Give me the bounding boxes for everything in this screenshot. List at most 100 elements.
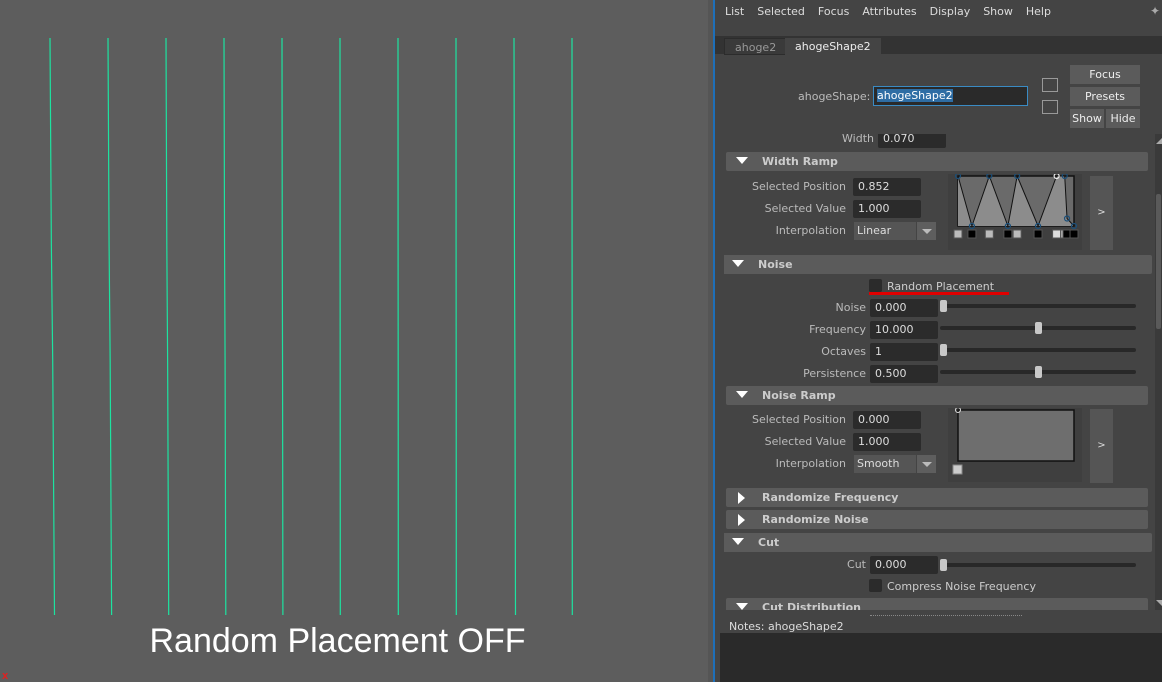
menu-show[interactable]: Show: [983, 5, 1013, 18]
persistence-slider[interactable]: [940, 366, 1136, 378]
width-ramp-graph[interactable]: [948, 172, 1082, 250]
collapsed-arrow-icon: [738, 492, 745, 504]
menu-bar: List Selected Focus Attributes Display S…: [715, 0, 1162, 22]
ramp-marker-icon[interactable]: [1052, 229, 1062, 239]
section-width-ramp[interactable]: Width Ramp: [726, 152, 1148, 171]
interpolation-label: Interpolation: [775, 457, 846, 470]
noise-slider[interactable]: [940, 300, 1136, 312]
dropdown-value: Linear: [857, 224, 892, 237]
presets-button[interactable]: Presets: [1070, 87, 1140, 106]
selected-position-label: Selected Position: [751, 413, 846, 426]
frequency-field[interactable]: 10.000: [870, 321, 938, 339]
ramp-marker-icon[interactable]: [1003, 229, 1013, 239]
hair-curve[interactable]: [107, 37, 113, 616]
expanded-arrow-icon: [736, 391, 748, 398]
show-button[interactable]: Show: [1070, 109, 1104, 128]
expanded-arrow-icon: [736, 603, 748, 610]
scrollbar-thumb[interactable]: [1156, 194, 1161, 329]
load-input-icon[interactable]: [1042, 78, 1058, 92]
width-ramp-selected-position[interactable]: 0.852: [853, 178, 921, 196]
selected-value-label: Selected Value: [764, 202, 846, 215]
menu-display[interactable]: Display: [930, 5, 971, 18]
ramp-marker-icon[interactable]: [1033, 229, 1043, 239]
tab-strip: ahoge2 ahogeShape2: [715, 36, 1162, 55]
slider-thumb[interactable]: [1034, 322, 1042, 334]
section-title: Randomize Noise: [762, 513, 869, 526]
annotation-underline: [869, 292, 1009, 295]
slider-thumb[interactable]: [940, 559, 947, 571]
curves-layer: [49, 37, 573, 616]
menu-attributes[interactable]: Attributes: [862, 5, 916, 18]
width-ramp-interpolation-dropdown[interactable]: Linear: [854, 222, 936, 240]
section-cut[interactable]: Cut: [724, 533, 1152, 552]
hair-curve[interactable]: [223, 37, 227, 616]
octaves-field[interactable]: 1: [870, 343, 938, 361]
expanded-arrow-icon: [732, 538, 744, 545]
hide-button[interactable]: Hide: [1106, 109, 1140, 128]
noise-label: Noise: [835, 301, 866, 314]
chevron-down-icon: [916, 222, 936, 240]
focus-button[interactable]: Focus: [1070, 65, 1140, 84]
node-name-input[interactable]: ahogeShape2: [873, 86, 1028, 106]
ramp-marker-icon[interactable]: [1069, 229, 1079, 239]
slider-thumb[interactable]: [940, 344, 947, 356]
ramp-marker-icon[interactable]: [1012, 229, 1022, 239]
ramp-delete-marker-icon[interactable]: [952, 464, 963, 475]
pin-icon[interactable]: ✦: [1150, 4, 1160, 18]
ramp-marker-icon[interactable]: [953, 229, 963, 239]
section-title: Randomize Frequency: [762, 491, 899, 504]
hair-curve[interactable]: [165, 37, 170, 616]
frequency-slider[interactable]: [940, 322, 1136, 334]
compress-noise-frequency-checkbox[interactable]: [869, 579, 882, 592]
width-ramp-curve[interactable]: [948, 172, 1082, 250]
menu-focus[interactable]: Focus: [818, 5, 849, 18]
section-title: Cut: [758, 536, 780, 549]
slider-thumb[interactable]: [1034, 366, 1042, 378]
noise-ramp-selected-position[interactable]: 0.000: [853, 411, 921, 429]
notes-textarea[interactable]: [720, 633, 1162, 682]
ramp-marker-icon[interactable]: [967, 229, 977, 239]
persistence-field[interactable]: 0.500: [870, 365, 938, 383]
cut-slider[interactable]: [940, 559, 1136, 571]
cut-field[interactable]: 0.000: [870, 556, 938, 574]
menu-help[interactable]: Help: [1026, 5, 1051, 18]
width-ramp-selected-value[interactable]: 1.000: [853, 200, 921, 218]
width-field[interactable]: 0.070: [878, 134, 946, 148]
collapsed-arrow-icon: [738, 514, 745, 526]
tab-ahoge2[interactable]: ahoge2: [724, 38, 788, 55]
tab-ahogeshape2[interactable]: ahogeShape2: [785, 38, 881, 55]
node-type-label: ahogeShape:: [798, 90, 871, 103]
section-noise-ramp[interactable]: Noise Ramp: [726, 386, 1148, 405]
octaves-slider[interactable]: [940, 344, 1136, 356]
noise-ramp-selected-value[interactable]: 1.000: [853, 433, 921, 451]
menu-selected[interactable]: Selected: [757, 5, 805, 18]
attribute-scroll-area[interactable]: Width 0.070 Width Ramp Selected Position…: [724, 134, 1154, 610]
noise-ramp-interpolation-dropdown[interactable]: Smooth: [854, 455, 936, 473]
section-noise[interactable]: Noise: [724, 255, 1152, 274]
scroll-down-arrow-icon[interactable]: [1156, 600, 1162, 606]
noise-ramp-expand-button[interactable]: >: [1090, 409, 1113, 483]
width-label: Width: [842, 134, 874, 145]
random-placement-checkbox[interactable]: [869, 279, 882, 292]
ramp-marker-icon[interactable]: [984, 229, 994, 239]
hair-curve[interactable]: [513, 37, 517, 616]
noise-ramp-graph[interactable]: [948, 407, 1082, 482]
notes-resize-handle[interactable]: [870, 615, 1022, 616]
selected-value-label: Selected Value: [764, 435, 846, 448]
hair-curve[interactable]: [281, 37, 284, 616]
section-cut-distribution[interactable]: Cut Distribution: [726, 598, 1148, 610]
menu-list[interactable]: List: [725, 5, 744, 18]
viewport-panel[interactable]: Random Placement OFF X: [0, 0, 713, 682]
ramp-area: [957, 409, 1075, 462]
section-randomize-noise[interactable]: Randomize Noise: [726, 510, 1148, 529]
section-randomize-frequency[interactable]: Randomize Frequency: [726, 488, 1148, 507]
noise-ramp-curve[interactable]: [948, 407, 1082, 482]
width-ramp-expand-button[interactable]: >: [1090, 176, 1113, 250]
load-output-icon[interactable]: [1042, 100, 1058, 114]
scroll-up-arrow-icon[interactable]: [1156, 138, 1162, 144]
vertical-scrollbar[interactable]: [1155, 134, 1162, 610]
slider-thumb[interactable]: [940, 300, 947, 312]
noise-field[interactable]: 0.000: [870, 299, 938, 317]
frequency-label: Frequency: [809, 323, 866, 336]
hair-curve[interactable]: [49, 37, 56, 616]
